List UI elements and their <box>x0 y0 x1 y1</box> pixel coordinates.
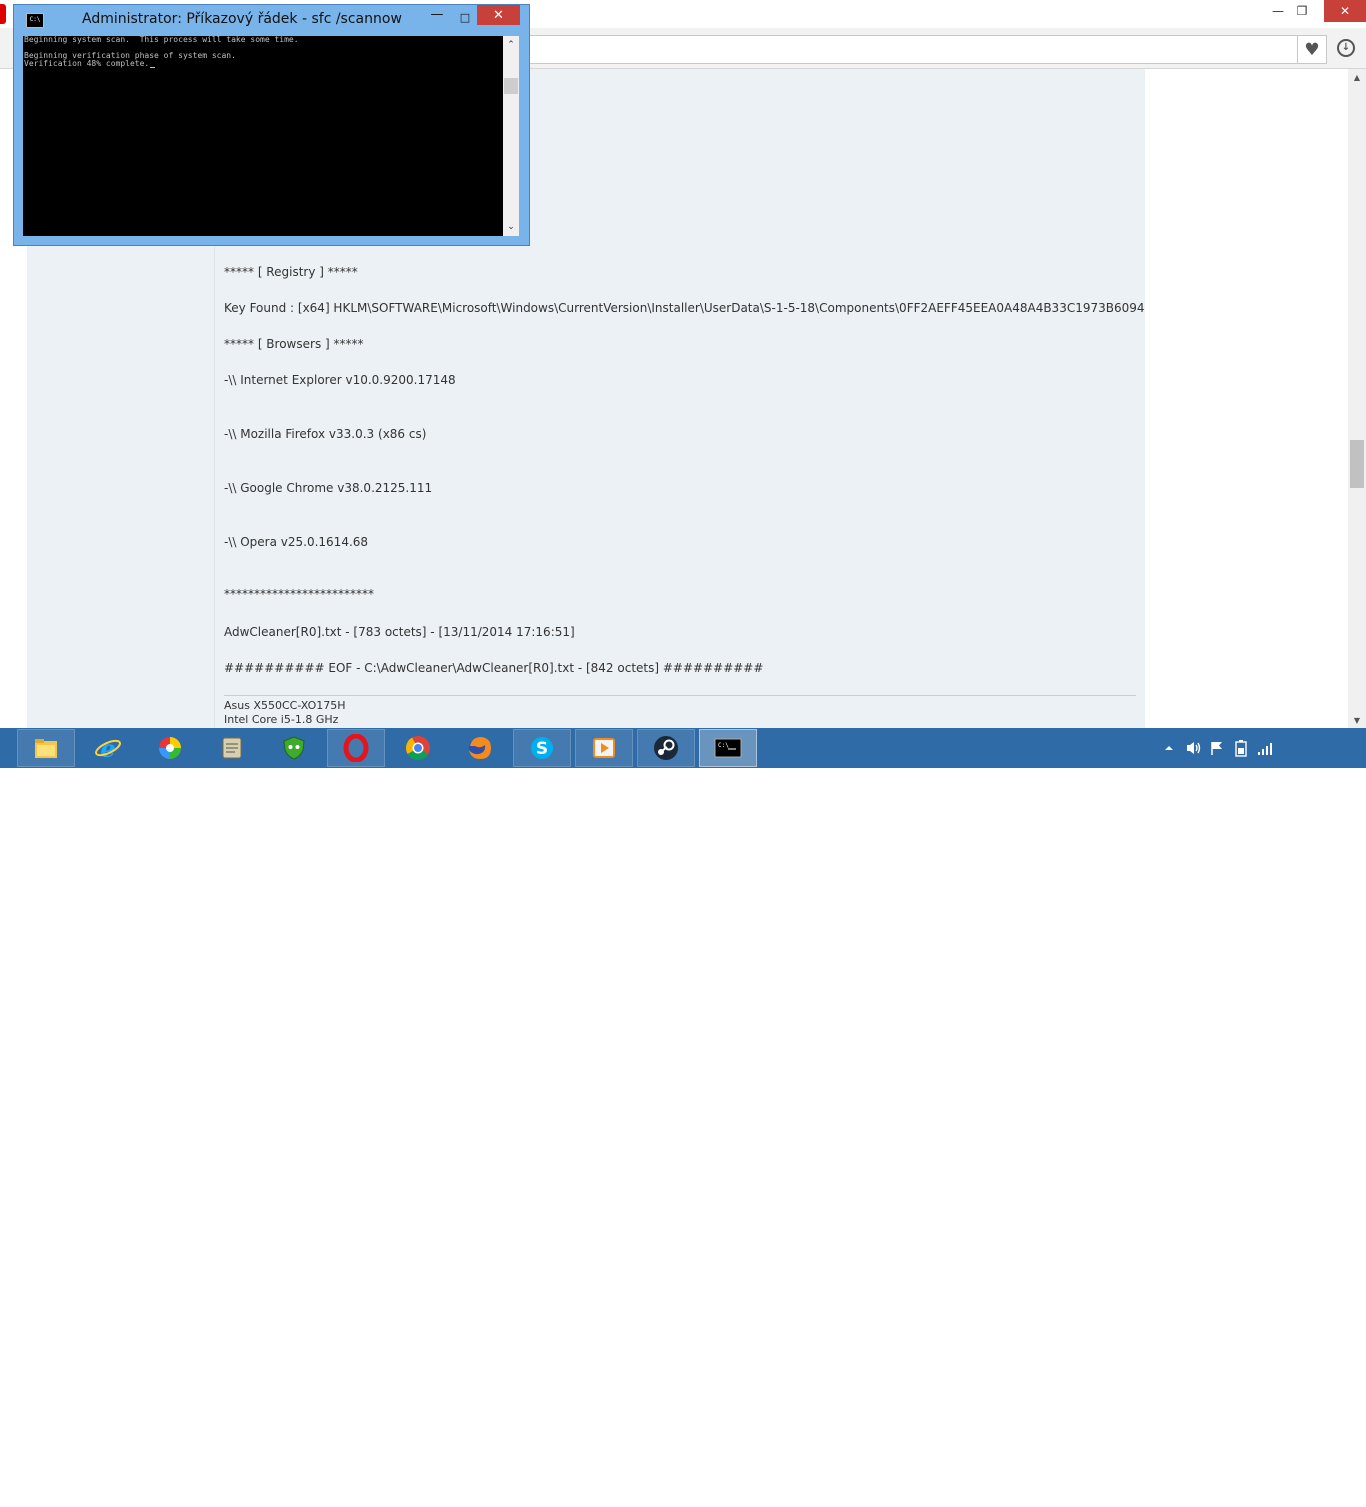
battery-icon[interactable] <box>1233 728 1249 768</box>
steam-icon <box>654 736 678 760</box>
cmd-scroll-thumb[interactable] <box>504 78 518 94</box>
folder-icon <box>35 739 57 758</box>
registry-header: ***** [ Registry ] ***** <box>224 265 358 279</box>
svg-text:e: e <box>100 734 115 762</box>
svg-text:C:\: C:\ <box>718 742 729 749</box>
clock-date: 15. 11. 2014 <box>1297 1478 1337 1506</box>
play-icon <box>593 738 615 758</box>
taskbar-skype[interactable]: S <box>513 729 571 767</box>
page-scrollbar[interactable]: ▲ ▼ <box>1348 69 1366 728</box>
skype-icon: S <box>531 737 553 759</box>
speaker-icon[interactable] <box>1185 728 1203 768</box>
cmd-scroll-down-icon[interactable]: ⌄ <box>503 220 519 234</box>
cmd-maximize-button[interactable]: □ <box>452 7 478 27</box>
cmd-icon: C:\ <box>714 738 742 758</box>
taskbar-media-player[interactable] <box>575 729 633 767</box>
taskbar-scroll-app[interactable] <box>203 729 261 767</box>
cmd-scrollbar[interactable]: ⌃ ⌄ <box>503 36 519 236</box>
console-cursor <box>150 67 156 68</box>
key-found-line: Key Found : [x64] HKLM\SOFTWARE\Microsof… <box>224 301 1145 315</box>
browsers-header: ***** [ Browsers ] ***** <box>224 337 364 351</box>
taskbar: e S C:\ 9:40 15. 11. 2014 <box>0 728 1366 1506</box>
browser-close-button[interactable]: ✕ <box>1324 0 1366 22</box>
taskbar-security-app[interactable] <box>265 729 323 767</box>
firefox-icon <box>469 737 491 759</box>
signature-line: Asus X550CC-XO175H <box>224 699 346 712</box>
shield-cat-icon <box>283 736 305 760</box>
signal-icon[interactable] <box>1257 728 1275 768</box>
address-bar[interactable] <box>528 35 1301 64</box>
chrome-icon <box>405 736 430 761</box>
clock[interactable]: 9:40 15. 11. 2014 <box>1284 1462 1350 1507</box>
taskbar-command-prompt[interactable]: C:\ <box>699 729 757 767</box>
scroll-up-icon[interactable]: ▲ <box>1348 69 1366 85</box>
chrome-version-line: -\\ Google Chrome v38.0.2125.111 <box>224 481 433 495</box>
command-prompt-window[interactable]: C:\ Administrator: Příkazový řádek - sfc… <box>13 4 530 246</box>
picasa-icon <box>159 737 181 759</box>
console-line: Verification 48% complete. <box>24 59 150 68</box>
stars-separator: ************************* <box>224 587 374 601</box>
opera-version-line: -\\ Opera v25.0.1614.68 <box>224 535 369 549</box>
taskbar-internet-explorer[interactable]: e <box>79 729 137 767</box>
ie-icon: e <box>95 734 121 762</box>
opera-icon <box>343 734 369 762</box>
firefox-version-line: -\\ Mozilla Firefox v33.0.3 (x86 cs) <box>224 427 427 441</box>
cmd-console[interactable]: Beginning system scan. This process will… <box>23 36 503 236</box>
cmd-window-icon: C:\ <box>26 13 44 28</box>
opera-logo-icon[interactable] <box>0 4 6 24</box>
browser-maximize-button[interactable]: ❐ <box>1282 0 1322 22</box>
eof-line: ########## EOF - C:\AdwCleaner\AdwCleane… <box>224 661 764 675</box>
chevron-up-icon[interactable] <box>1163 728 1175 768</box>
taskbar-firefox[interactable] <box>451 729 509 767</box>
scroll-down-icon[interactable]: ▼ <box>1348 712 1366 728</box>
taskbar-steam[interactable] <box>637 729 695 767</box>
taskbar-picasa[interactable] <box>141 729 199 767</box>
taskbar-file-explorer[interactable] <box>17 729 75 767</box>
cmd-minimize-button[interactable]: — <box>424 7 450 27</box>
download-icon[interactable]: ↓ <box>1334 36 1358 60</box>
adw-file-line: AdwCleaner[R0].txt - [783 octets] - [13/… <box>224 625 575 639</box>
cmd-scroll-up-icon[interactable]: ⌃ <box>503 38 519 52</box>
svg-text:S: S <box>536 739 548 759</box>
flag-icon[interactable] <box>1209 728 1225 768</box>
signature-line: Intel Core i5-1.8 GHz <box>224 713 339 726</box>
page-scroll-thumb[interactable] <box>1350 440 1364 488</box>
console-line: Beginning system scan. This process will… <box>24 36 299 44</box>
cmd-close-button[interactable]: ✕ <box>477 5 520 25</box>
ie-version-line: -\\ Internet Explorer v10.0.9200.17148 <box>224 373 456 387</box>
scroll-icon <box>222 737 242 759</box>
taskbar-opera[interactable] <box>327 729 385 767</box>
cmd-window-title: Administrator: Příkazový řádek - sfc /sc… <box>82 11 402 27</box>
heart-icon[interactable]: ♥ <box>1297 35 1327 64</box>
signature-divider <box>224 695 1136 696</box>
taskbar-chrome[interactable] <box>389 729 447 767</box>
clock-time: 9:40 <box>1304 1463 1330 1476</box>
